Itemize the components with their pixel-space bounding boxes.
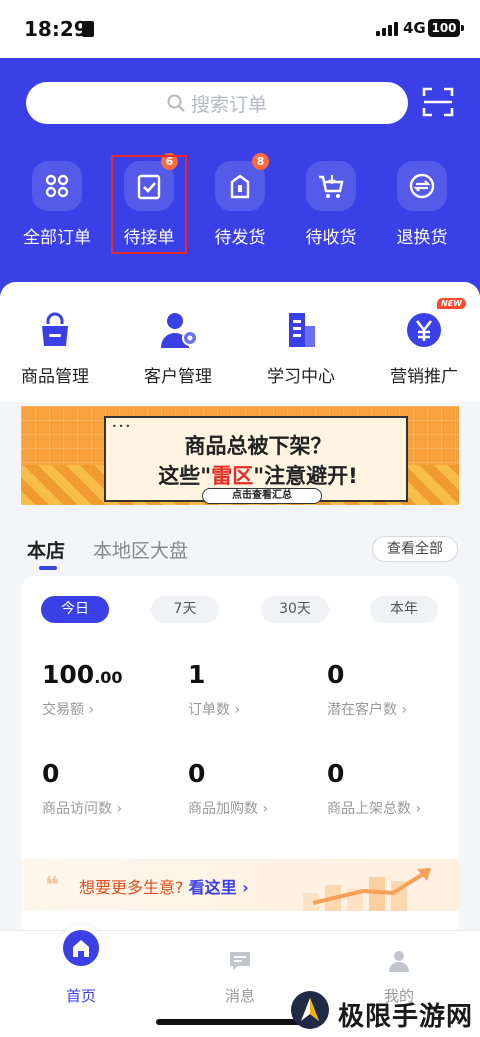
banner-subtitle-post: "注意避开! [253, 464, 358, 488]
period-today[interactable]: 今日 [41, 596, 109, 623]
home-icon [58, 925, 104, 971]
tab-this-store[interactable]: 本店 [27, 536, 65, 563]
metric-value: 1 [188, 660, 206, 689]
message-icon [222, 943, 258, 979]
metric-value-decimal: .00 [94, 668, 123, 687]
shortcut-returns[interactable]: 退换货 [377, 156, 467, 248]
tab-label: 首页 [65, 987, 96, 1005]
grid-icon [32, 161, 82, 211]
package-icon: 8 [215, 153, 269, 211]
tab-messages[interactable]: 消息 [200, 943, 280, 1006]
metric-value: 0 [188, 759, 206, 788]
yen-coin-icon: NEW [404, 298, 466, 350]
search-placeholder: 搜索订单 [190, 93, 267, 116]
metric-product-visits[interactable]: 0 商品访问数 › [42, 759, 182, 818]
cart-icon [306, 161, 356, 211]
growth-chart-icon [303, 868, 431, 911]
status-time: 18:29 [24, 17, 88, 41]
id-card-icon [82, 21, 94, 37]
search-icon [167, 94, 185, 112]
status-bar: 18:29 4G 100 [0, 0, 480, 58]
building-icon [281, 310, 321, 350]
promo-text: 想要更多生意? 看这里 › [79, 874, 249, 898]
search-input[interactable]: 搜索订单 [26, 82, 408, 124]
tool-grid: 商品管理 客户管理 学习中心 NEW 营销推广 [0, 282, 480, 402]
tool-marketing[interactable]: NEW 营销推广 [369, 298, 479, 387]
tool-customer-management[interactable]: 客户管理 [123, 310, 233, 387]
metric-label: 商品上架总数 › [327, 801, 422, 817]
shortcut-label: 退换货 [396, 228, 448, 248]
order-count-badge: 8 [252, 153, 269, 170]
shortcut-pending-ship[interactable]: 8 待发货 [195, 153, 285, 248]
shopping-bag-icon [35, 310, 75, 350]
tool-label: 商品管理 [21, 367, 89, 387]
tab-local-market[interactable]: 本地区大盘 [93, 536, 188, 563]
metric-value: 0 [327, 759, 345, 788]
period-year[interactable]: 本年 [370, 596, 438, 623]
metric-value-int: 100 [42, 660, 95, 689]
shortcut-pending-receive[interactable]: 待收货 [286, 156, 376, 248]
battery-icon: 100 [428, 19, 464, 37]
banner-subtitle-pre: 这些" [158, 464, 212, 488]
shortcut-all-orders[interactable]: 全部订单 [12, 156, 102, 248]
metric-value: 100.00 [42, 660, 182, 689]
banner-subtitle: 这些"雷区"注意避开! [106, 460, 410, 490]
tool-learning-center[interactable]: 学习中心 [246, 310, 356, 387]
signal-icon [376, 22, 398, 36]
period-30days[interactable]: 30天 [261, 596, 329, 623]
metric-value: 0 [42, 759, 60, 788]
exchange-icon [397, 161, 447, 211]
shortcut-label: 待收货 [305, 228, 357, 248]
store-tabs: 本店 本地区大盘 查看全部 [0, 530, 480, 570]
promo-text-main: 想要更多生意? [79, 878, 184, 897]
view-all-button[interactable]: 查看全部 [372, 536, 458, 562]
metric-transaction-amount[interactable]: 100.00 交易额 › [42, 660, 182, 719]
metric-label: 潜在客户数 › [327, 702, 408, 718]
watermark: 极限手游网 [290, 990, 476, 1034]
highlight-box [111, 155, 187, 254]
banner-button[interactable]: 点击查看汇总 [202, 488, 322, 504]
metric-value: 0 [327, 660, 345, 689]
metric-label: 交易额 › [42, 702, 95, 718]
tab-home[interactable]: 首页 [41, 925, 121, 1006]
period-7days[interactable]: 7天 [151, 596, 219, 623]
main-panel: 商品管理 客户管理 学习中心 NEW 营销推广 ••• 商品总被下架？ 这些"雷… [0, 282, 480, 937]
banner-subtitle-hot: 雷区 [211, 464, 254, 488]
tool-label: 学习中心 [267, 367, 335, 387]
metric-potential-customers[interactable]: 0 潜在客户数 › [327, 660, 459, 719]
promo-banner[interactable]: ••• 商品总被下架？ 这些"雷区"注意避开! 点击查看汇总 [21, 406, 459, 505]
user-icon [381, 943, 417, 979]
metric-label: 商品访问数 › [42, 801, 123, 817]
watermark-logo-icon [291, 991, 329, 1029]
new-tag: NEW [437, 298, 466, 309]
shortcut-label: 全部订单 [23, 228, 91, 248]
watermark-text: 极限手游网 [338, 1002, 474, 1032]
metric-order-count[interactable]: 1 订单数 › [188, 660, 328, 719]
promo-link[interactable]: 看这里 › [189, 878, 249, 897]
metric-listed-products[interactable]: 0 商品上架总数 › [327, 759, 459, 818]
tab-label: 消息 [224, 987, 255, 1005]
metric-label: 商品加购数 › [188, 801, 269, 817]
tab-underline [39, 566, 57, 570]
header: 搜索订单 全部订单 6 待接单 8 待发货 待收货 退换货 [0, 58, 480, 320]
metric-label: 订单数 › [188, 702, 241, 718]
banner-card: ••• 商品总被下架？ 这些"雷区"注意避开! 点击查看汇总 [104, 416, 410, 504]
network-type: 4G [403, 19, 426, 37]
quote-icon: ❝ [45, 871, 60, 899]
tool-label: 客户管理 [144, 367, 212, 387]
metric-add-to-cart[interactable]: 0 商品加购数 › [188, 759, 328, 818]
tool-label: 营销推广 [390, 367, 458, 387]
shortcut-label: 待发货 [214, 228, 266, 248]
banner-title: 商品总被下架？ [184, 434, 332, 458]
user-settings-icon [158, 310, 198, 350]
stats-card: 今日 7天 30天 本年 100.00 交易额 › 1 订单数 › 0 潜在客户… [21, 576, 459, 936]
order-shortcuts: 全部订单 6 待接单 8 待发货 待收货 退换货 [0, 153, 480, 268]
scan-icon[interactable] [422, 86, 454, 118]
tool-product-management[interactable]: 商品管理 [0, 310, 110, 387]
growth-promo[interactable]: ❝ 想要更多生意? 看这里 › [21, 859, 459, 911]
